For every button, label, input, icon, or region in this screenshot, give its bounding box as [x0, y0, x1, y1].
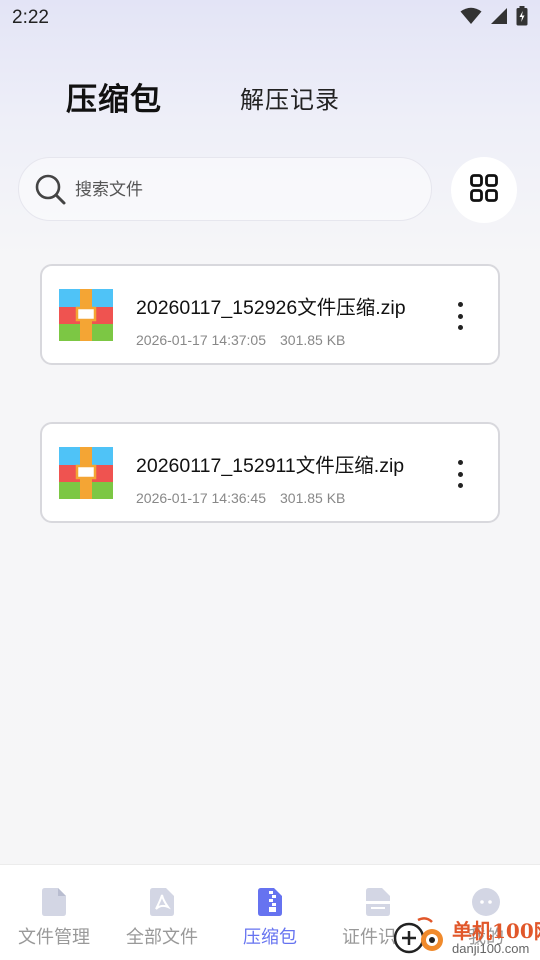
zip-file-icon [255, 887, 285, 917]
nav-label: 文件管理 [18, 927, 90, 948]
status-icons [460, 6, 528, 30]
id-card-icon [363, 887, 393, 917]
watermark-title: 单机100网 [452, 919, 540, 943]
search-icon [33, 172, 69, 208]
search-box[interactable] [18, 157, 432, 221]
more-dot [457, 471, 463, 477]
nav-label: 全部文件 [126, 927, 198, 948]
search-input[interactable] [75, 176, 415, 204]
file-size: 301.85 KB [280, 332, 346, 348]
more-dot [457, 325, 463, 330]
tab-extract-history[interactable]: 解压记录 [240, 80, 340, 115]
file-card[interactable]: 20260117_152926文件压缩.zip 2026-01-17 14:37… [40, 264, 500, 365]
more-dot [457, 460, 463, 465]
battery-charging-icon [516, 6, 528, 30]
file-meta: 2026-01-17 14:37:05 301.85 KB [136, 332, 345, 348]
more-options-button[interactable] [446, 300, 474, 332]
file-name: 20260117_152926文件压缩.zip [136, 297, 406, 319]
file-icon [39, 887, 69, 917]
nav-file-manager[interactable]: 文件管理 [0, 865, 108, 960]
file-card[interactable]: 20260117_152911文件压缩.zip 2026-01-17 14:36… [40, 422, 500, 523]
status-bar: 2:22 [0, 0, 540, 36]
status-time: 2:22 [12, 7, 49, 28]
file-date: 2026-01-17 14:37:05 [136, 332, 266, 348]
wifi-icon [460, 7, 482, 29]
grid-view-button[interactable] [451, 157, 517, 223]
file-meta: 2026-01-17 14:36:45 301.85 KB [136, 490, 345, 506]
nav-all-files[interactable]: 全部文件 [108, 865, 216, 960]
file-date: 2026-01-17 14:36:45 [136, 490, 266, 506]
profile-icon [471, 887, 501, 917]
grid-view-icon [470, 174, 498, 206]
nav-archives[interactable]: 压缩包 [216, 865, 324, 960]
tab-archives[interactable]: 压缩包 [66, 74, 162, 119]
watermark: 单机100网 danji100.com [390, 914, 540, 960]
top-tabs: 压缩包 解压记录 [0, 70, 540, 122]
more-options-button[interactable] [446, 458, 474, 490]
file-size: 301.85 KB [280, 490, 346, 506]
more-dot [457, 313, 463, 319]
signal-icon [490, 7, 508, 29]
zip-archive-icon [59, 447, 113, 499]
more-dot [457, 302, 463, 307]
watermark-logo-icon [392, 916, 446, 958]
watermark-domain: danji100.com [452, 941, 530, 956]
file-name: 20260117_152911文件压缩.zip [136, 455, 405, 477]
pdf-file-icon [147, 887, 177, 917]
zip-archive-icon [59, 289, 113, 341]
nav-label: 压缩包 [243, 927, 297, 948]
more-dot [457, 483, 463, 488]
